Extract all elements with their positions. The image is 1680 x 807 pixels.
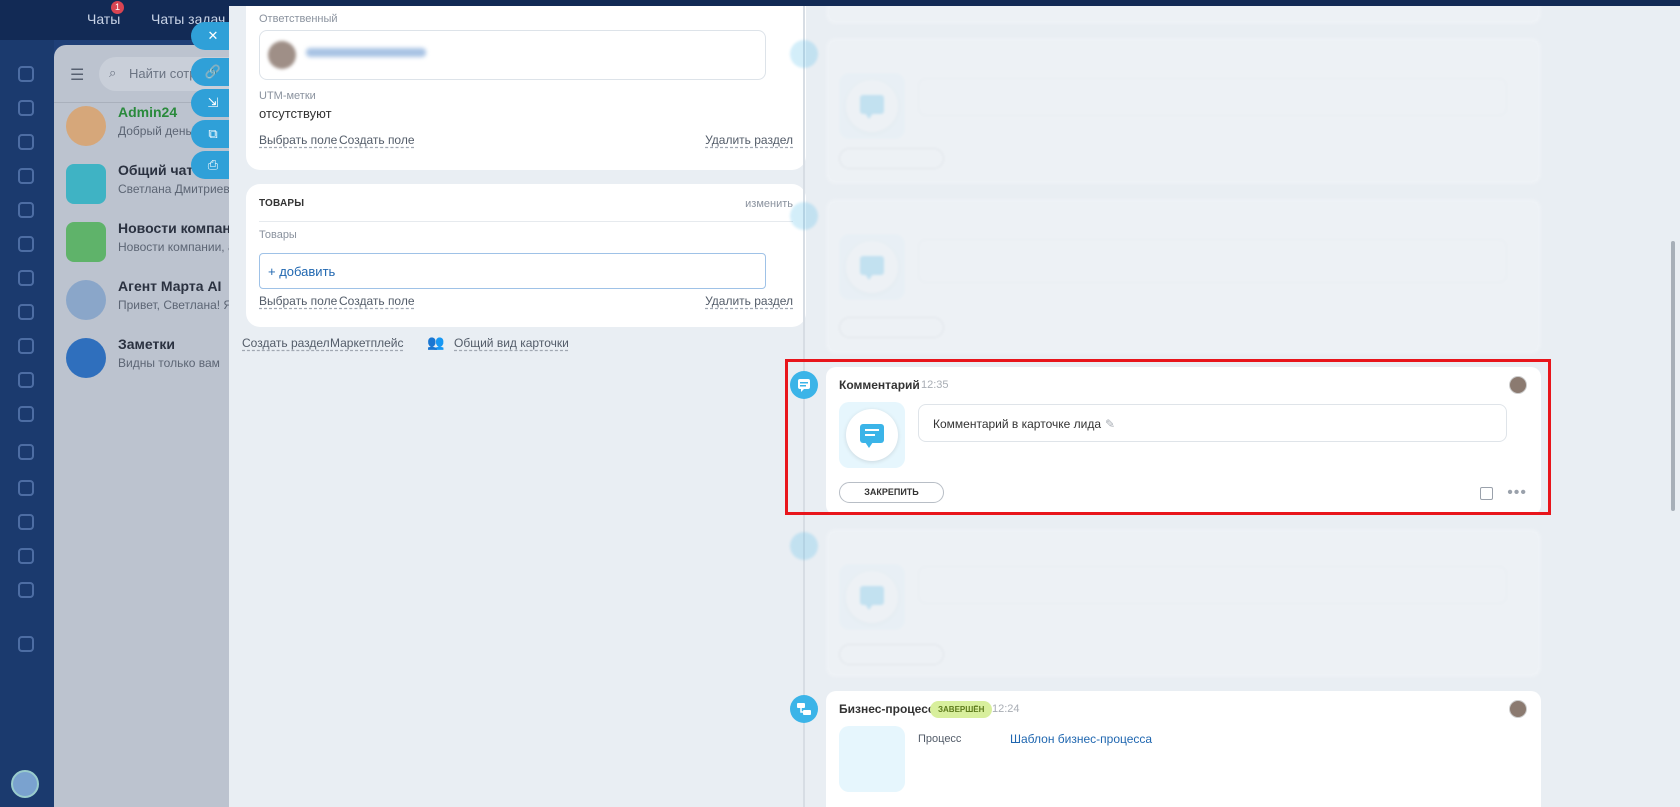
create-field-link[interactable]: Создать поле bbox=[339, 133, 415, 147]
comment-icon bbox=[790, 532, 818, 560]
chat-title: Новости компании bbox=[118, 220, 234, 236]
chat-title: Общий чат bbox=[118, 162, 194, 178]
nav-icon[interactable] bbox=[18, 514, 34, 530]
chats-counter-badge: 1 bbox=[111, 1, 124, 14]
timeline-item-faded bbox=[826, 199, 1541, 354]
timeline-item-faded bbox=[826, 38, 1541, 184]
status-badge: ЗАВЕРШЁН bbox=[930, 701, 993, 718]
document-icon[interactable] bbox=[18, 236, 34, 252]
timeline-item-faded bbox=[826, 529, 1541, 677]
business-process-item: Бизнес-процесс ЗАВЕРШЁН 12:24 Процесс Ша… bbox=[826, 691, 1541, 807]
highlight-frame bbox=[785, 359, 1551, 515]
avatar bbox=[268, 41, 296, 69]
marketplace-link[interactable]: Маркетплейс bbox=[330, 336, 404, 350]
settings-icon[interactable] bbox=[18, 548, 34, 564]
products-label: Товары bbox=[259, 229, 297, 241]
edit-section-link[interactable]: изменить bbox=[745, 198, 793, 210]
avatar bbox=[66, 280, 106, 320]
chat-preview: Новости компании, анонсами и новостями bbox=[118, 240, 234, 254]
responsible-name-blurred[interactable] bbox=[306, 48, 426, 57]
utm-label: UTM-метки bbox=[259, 90, 316, 102]
author-avatar[interactable] bbox=[1509, 700, 1527, 718]
user-avatar[interactable] bbox=[11, 770, 39, 798]
avatar bbox=[66, 222, 106, 262]
lead-info-section: Ответственный UTM-метки отсутствуют Выбр… bbox=[246, 6, 806, 170]
nav-icon[interactable] bbox=[18, 134, 34, 150]
nav-icon[interactable] bbox=[18, 480, 34, 496]
nav-icon[interactable] bbox=[18, 66, 34, 82]
chat-list-item[interactable]: Новости компании Новости компании, анонс… bbox=[54, 214, 234, 276]
calendar-icon[interactable] bbox=[18, 202, 34, 218]
divider bbox=[259, 221, 793, 222]
group-icon[interactable] bbox=[18, 372, 34, 388]
help-icon[interactable] bbox=[18, 636, 34, 652]
card-footer-links: Создать раздел Маркетплейс 👥 Общий вид к… bbox=[242, 334, 802, 356]
timeline-item-faded bbox=[826, 6, 1541, 24]
add-product-button[interactable]: + добавить bbox=[259, 253, 766, 289]
tasks-icon[interactable] bbox=[18, 406, 34, 422]
left-navigation bbox=[0, 40, 54, 807]
people-icon: 👥 bbox=[427, 334, 445, 350]
section-title: ТОВАРЫ bbox=[259, 198, 305, 209]
create-section-link[interactable]: Создать раздел bbox=[242, 336, 330, 350]
cart-icon[interactable] bbox=[18, 582, 34, 598]
products-section: ТОВАРЫ изменить Товары + добавить Выбрат… bbox=[246, 184, 806, 327]
chat-preview: Привет, Светлана! Я — AI-помощник Ответ bbox=[118, 298, 234, 312]
avatar bbox=[66, 164, 106, 204]
delete-section-link[interactable]: Удалить раздел bbox=[705, 133, 793, 147]
process-link[interactable]: Шаблон бизнес-процесса bbox=[1010, 732, 1152, 746]
create-field-link[interactable]: Создать поле bbox=[339, 294, 415, 308]
business-process-icon bbox=[839, 726, 905, 792]
nav-icon[interactable] bbox=[18, 304, 34, 320]
select-field-link[interactable]: Выбрать поле bbox=[259, 133, 337, 147]
mail-icon[interactable] bbox=[18, 338, 34, 354]
nav-icon[interactable] bbox=[18, 168, 34, 184]
business-process-icon bbox=[790, 695, 818, 723]
chat-list-item[interactable]: Агент Марта AI Привет, Светлана! Я — AI-… bbox=[54, 272, 234, 334]
chat-preview: Видны только вам bbox=[118, 356, 220, 370]
delete-section-link[interactable]: Удалить раздел bbox=[705, 294, 793, 308]
responsible-field[interactable] bbox=[259, 30, 766, 80]
chat-icon[interactable] bbox=[18, 100, 34, 116]
chat-preview: Светлана Дмитриева приглашение Admin24 bbox=[118, 182, 234, 196]
filter-icon[interactable]: ☰ bbox=[70, 65, 84, 85]
crm-icon[interactable] bbox=[18, 444, 34, 460]
scrollbar[interactable] bbox=[1671, 241, 1675, 511]
comment-icon bbox=[790, 202, 818, 230]
bookmark-icon bbox=[66, 338, 106, 378]
chat-title: Заметки bbox=[118, 336, 175, 352]
utm-value: отсутствуют bbox=[259, 106, 332, 121]
nav-icon[interactable] bbox=[18, 270, 34, 286]
process-label: Процесс bbox=[918, 733, 962, 745]
select-field-link[interactable]: Выбрать поле bbox=[259, 294, 337, 308]
chat-title: Admin24 bbox=[118, 104, 178, 120]
comment-icon bbox=[790, 40, 818, 68]
avatar bbox=[66, 106, 106, 146]
chat-title: Агент Марта AI bbox=[118, 278, 222, 294]
chat-list-item[interactable]: Заметки Видны только вам bbox=[54, 330, 234, 392]
card-view-link[interactable]: Общий вид карточки bbox=[454, 336, 569, 350]
search-icon: ⌕ bbox=[109, 65, 117, 80]
business-process-time: 12:24 bbox=[992, 703, 1020, 715]
responsible-label: Ответственный bbox=[259, 13, 338, 25]
business-process-type: Бизнес-процесс bbox=[839, 702, 935, 716]
